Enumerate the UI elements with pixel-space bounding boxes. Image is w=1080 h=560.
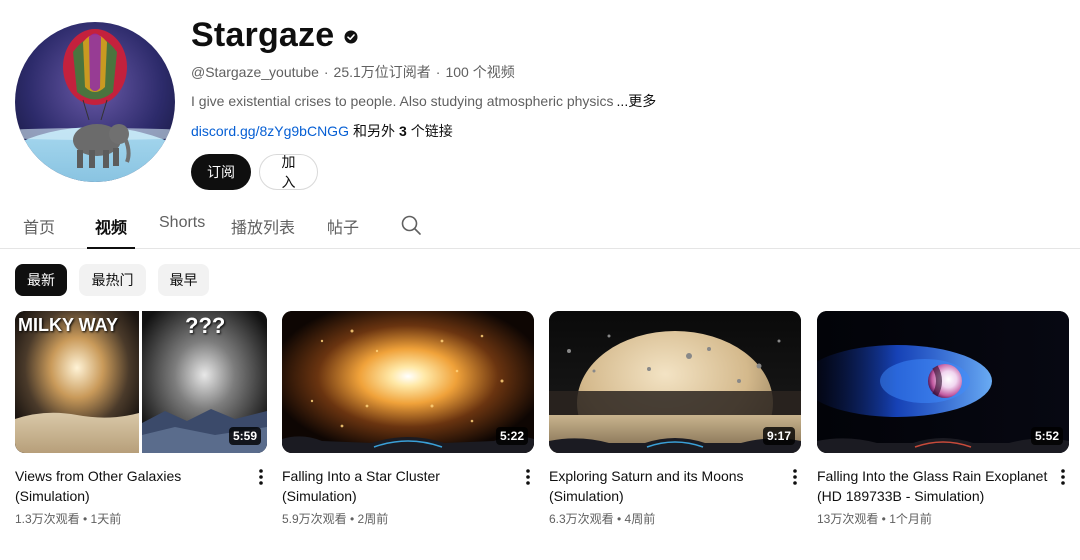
thumbnail-caption-left: MILKY WAY bbox=[18, 315, 119, 335]
search-icon[interactable] bbox=[400, 214, 422, 236]
video-card[interactable]: 5:22 Falling Into a Star Cluster (Simula… bbox=[282, 311, 534, 528]
description-more-link[interactable]: ...更多 bbox=[617, 91, 657, 111]
more-links[interactable]: 和另外 3 个链接 bbox=[353, 121, 453, 141]
video-card[interactable]: 5:52 Falling Into the Glass Rain Exoplan… bbox=[817, 311, 1069, 528]
channel-tabs: 首页 视频 Shorts 播放列表 帖子 bbox=[0, 204, 1080, 249]
video-card[interactable]: 9:17 Exploring Saturn and its Moons (Sim… bbox=[549, 311, 801, 528]
video-thumbnail[interactable]: 5:22 bbox=[282, 311, 534, 453]
thumbnail-caption-right: ??? bbox=[185, 313, 226, 338]
video-title[interactable]: Exploring Saturn and its Moons (Simulati… bbox=[549, 466, 781, 506]
discord-link[interactable]: discord.gg/8zYg9bCNGG bbox=[191, 123, 349, 139]
tab-shorts[interactable]: Shorts bbox=[159, 214, 205, 249]
tab-playlists[interactable]: 播放列表 bbox=[231, 214, 295, 249]
video-meta: 13万次观看 • 1个月前 bbox=[817, 512, 932, 526]
channel-name: Stargaze bbox=[191, 15, 335, 54]
video-title[interactable]: Falling Into a Star Cluster (Simulation) bbox=[282, 466, 514, 506]
video-duration: 5:22 bbox=[495, 427, 528, 445]
tab-videos[interactable]: 视频 bbox=[86, 214, 136, 249]
channel-handle: @Stargaze_youtube bbox=[191, 64, 319, 80]
verified-check-icon bbox=[344, 30, 358, 44]
subscriber-count: 25.1万位订阅者 bbox=[333, 64, 431, 80]
video-thumbnail[interactable]: 5:52 bbox=[817, 311, 1069, 453]
chip-oldest[interactable]: 最早 bbox=[158, 264, 209, 296]
more-vert-icon[interactable] bbox=[787, 467, 803, 487]
video-meta: 5.9万次观看 • 2周前 bbox=[282, 512, 389, 526]
description-text: I give existential crises to people. Als… bbox=[191, 93, 614, 109]
chip-latest[interactable]: 最新 bbox=[15, 264, 67, 296]
video-title[interactable]: Views from Other Galaxies (Simulation) bbox=[15, 466, 247, 506]
channel-avatar[interactable] bbox=[15, 22, 175, 182]
tab-posts[interactable]: 帖子 bbox=[327, 214, 359, 249]
video-card[interactable]: MILKY WAY ??? 5:59 Views from Other Gala… bbox=[15, 311, 267, 528]
subscribe-button[interactable]: 订阅 bbox=[191, 154, 251, 190]
video-thumbnail[interactable]: 9:17 bbox=[549, 311, 801, 453]
tab-home[interactable]: 首页 bbox=[23, 214, 55, 249]
video-duration: 5:59 bbox=[228, 427, 261, 445]
video-meta: 1.3万次观看 • 1天前 bbox=[15, 512, 122, 526]
channel-header: Stargaze @Stargaze_youtube · 25.1万位订阅者 ·… bbox=[191, 14, 1051, 190]
more-vert-icon[interactable] bbox=[1055, 467, 1071, 487]
channel-links: discord.gg/8zYg9bCNGG 和另外 3 个链接 bbox=[191, 121, 1051, 141]
video-meta: 6.3万次观看 • 4周前 bbox=[549, 512, 656, 526]
video-thumbnail[interactable]: MILKY WAY ??? 5:59 bbox=[15, 311, 267, 453]
video-duration: 9:17 bbox=[762, 427, 795, 445]
channel-description[interactable]: I give existential crises to people. Als… bbox=[191, 91, 1051, 111]
channel-meta: @Stargaze_youtube · 25.1万位订阅者 · 100 个视频 bbox=[191, 64, 515, 80]
video-count: 100 个视频 bbox=[445, 64, 515, 80]
chip-popular[interactable]: 最热门 bbox=[79, 264, 146, 296]
join-button[interactable]: 加入 bbox=[259, 154, 318, 190]
more-vert-icon[interactable] bbox=[253, 467, 269, 487]
video-title[interactable]: Falling Into the Glass Rain Exoplanet (H… bbox=[817, 466, 1049, 506]
video-duration: 5:52 bbox=[1030, 427, 1063, 445]
more-vert-icon[interactable] bbox=[520, 467, 536, 487]
